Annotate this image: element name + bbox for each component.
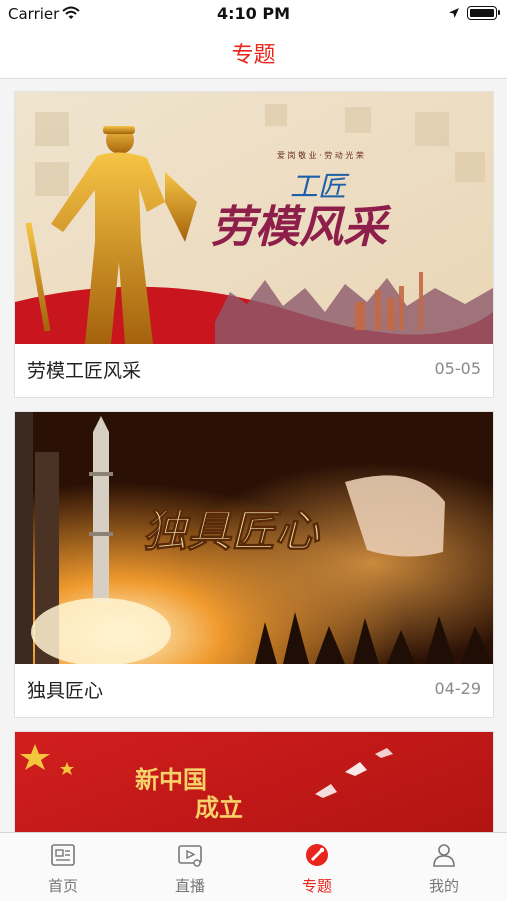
banner-title: 新中国 — [135, 765, 207, 794]
banner-small-title: 工匠 — [290, 170, 350, 203]
banner-subtitle: 成立 — [195, 793, 243, 822]
topic-date: 05-05 — [434, 359, 482, 378]
location-arrow-icon — [449, 8, 459, 18]
topic-title: 劳模工匠风采 — [27, 360, 142, 382]
banner-tagline: 爱 岗 敬 业 · 劳 动 光 荣 — [277, 150, 364, 160]
live-video-icon — [178, 845, 202, 867]
banner-title: 独具匠心 — [143, 506, 321, 557]
topic-title: 独具匠心 — [27, 680, 104, 702]
topic-icon — [306, 844, 328, 866]
topic-date: 04-29 — [434, 679, 482, 698]
topic-banner-image: 新中国 成立 70 — [15, 732, 493, 832]
topic-banner-image: 独具匠心 — [15, 412, 493, 664]
topic-banner-image: 爱 岗 敬 业 · 劳 动 光 荣 工匠 劳模风采 — [15, 92, 493, 344]
tab-home[interactable]: 首页 — [0, 833, 126, 901]
news-icon — [51, 844, 75, 866]
tab-label: 我的 — [428, 877, 459, 895]
tab-live[interactable]: 直播 — [127, 833, 253, 901]
tab-label: 首页 — [47, 877, 78, 895]
page-title: 专题 — [231, 43, 276, 68]
tab-bar: 首页 直播 专题 我的 — [0, 832, 507, 901]
topic-card[interactable]: 爱 岗 敬 业 · 劳 动 光 荣 工匠 劳模风采 劳模工匠风采 05-05 — [14, 91, 494, 398]
status-bar: Carrier 4:10 PM — [0, 0, 507, 28]
tab-label: 直播 — [174, 877, 205, 895]
profile-icon — [433, 844, 455, 867]
topic-card[interactable]: 独具匠心 独具匠心 04-29 — [14, 411, 494, 718]
nav-header: 专题 — [0, 28, 507, 79]
tab-label: 专题 — [301, 877, 332, 895]
battery-icon — [467, 6, 500, 20]
topic-list[interactable]: 爱 岗 敬 业 · 劳 动 光 荣 工匠 劳模风采 劳模工匠风采 05-05 独… — [0, 79, 507, 832]
banner-number: 70 — [145, 822, 279, 832]
tab-profile[interactable]: 我的 — [381, 833, 507, 901]
banner-title: 劳模风采 — [211, 202, 392, 253]
tab-topics[interactable]: 专题 — [254, 833, 380, 901]
clock: 4:10 PM — [216, 4, 290, 23]
topic-card[interactable]: 新中国 成立 70 — [14, 731, 494, 832]
